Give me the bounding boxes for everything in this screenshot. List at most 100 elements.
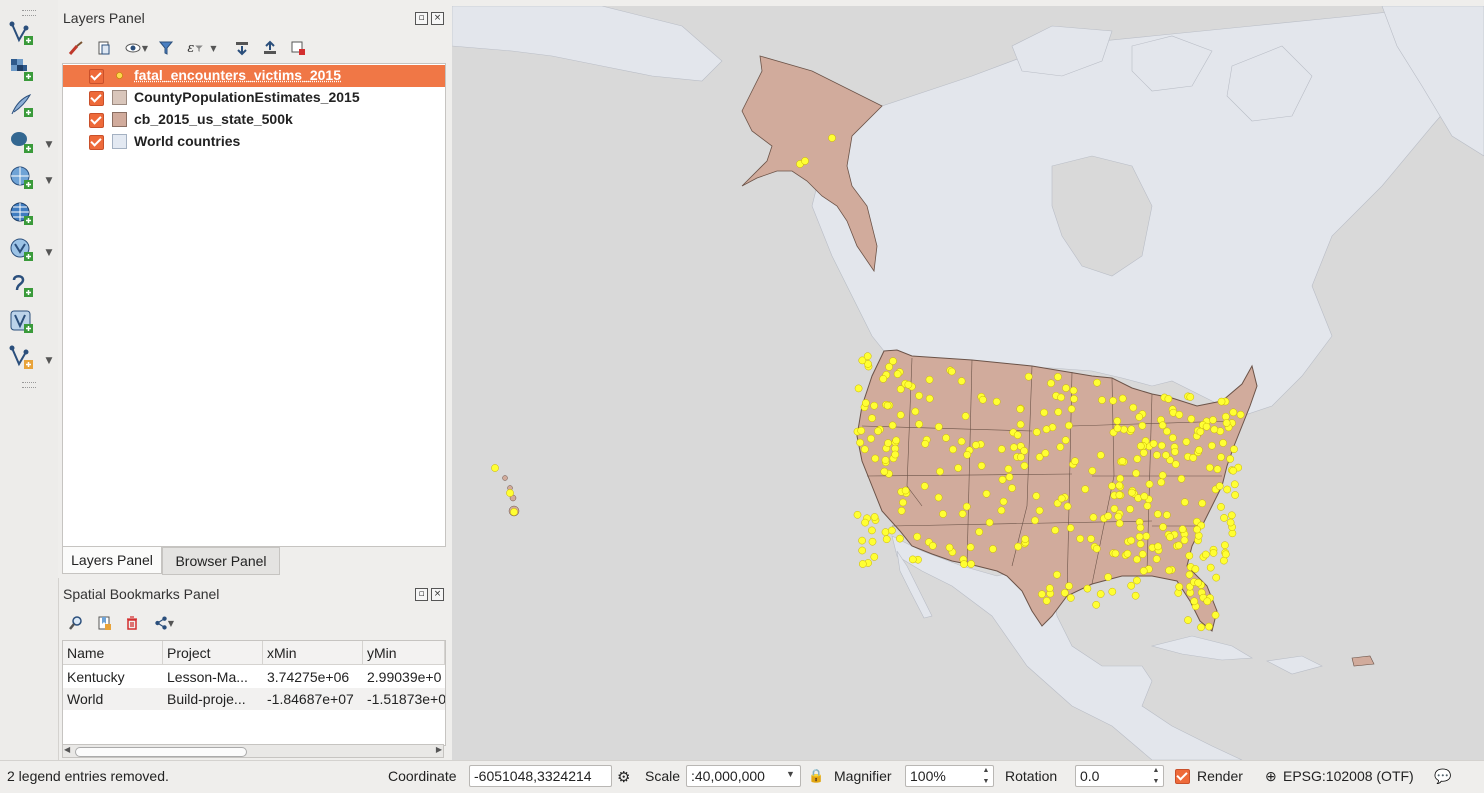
crs-status[interactable]: EPSG:102008 (OTF) bbox=[1283, 768, 1414, 784]
manage-visibility-icon[interactable]: ▼ bbox=[122, 38, 150, 58]
incident-point bbox=[977, 461, 986, 470]
render-checkbox[interactable] bbox=[1175, 769, 1190, 784]
incident-point bbox=[1163, 427, 1171, 436]
chevron-down-icon[interactable]: ▼ bbox=[44, 248, 54, 258]
scale-combobox[interactable]: :40,000,000 bbox=[686, 765, 801, 787]
layer-styling-icon[interactable] bbox=[66, 38, 86, 58]
table-cell: Lesson-Ma... bbox=[167, 669, 248, 685]
close-panel-button[interactable]: × bbox=[431, 12, 444, 25]
incident-point bbox=[942, 434, 950, 442]
add-group-icon[interactable] bbox=[94, 38, 114, 58]
incident-point bbox=[961, 412, 970, 420]
tab-layers-panel[interactable]: Layers Panel bbox=[62, 547, 162, 574]
incident-point bbox=[1066, 594, 1075, 602]
add-bookmark-icon[interactable] bbox=[94, 613, 114, 633]
scrollbar-thumb[interactable] bbox=[75, 747, 247, 757]
float-panel-button[interactable]: ▫ bbox=[415, 12, 428, 25]
rotation-spin-arrows[interactable]: ▲ ▼ bbox=[1150, 765, 1162, 787]
layer-visibility-checkbox[interactable] bbox=[89, 69, 104, 84]
incident-point bbox=[1108, 482, 1116, 490]
incident-point bbox=[1196, 427, 1205, 436]
new-shapefile-layer-icon[interactable] bbox=[6, 342, 36, 372]
incident-point bbox=[1227, 511, 1236, 520]
incident-point bbox=[853, 510, 862, 519]
incident-point bbox=[1010, 443, 1018, 452]
delete-bookmark-icon[interactable] bbox=[122, 613, 142, 633]
mouse-coordinate-toggle-icon[interactable]: ⚙ bbox=[617, 768, 630, 786]
incident-point bbox=[1202, 422, 1211, 431]
add-wfs-layer-icon[interactable] bbox=[6, 198, 36, 228]
layer-item-county-population[interactable]: CountyPopulationEstimates_2015 bbox=[63, 87, 445, 109]
chevron-down-icon[interactable]: ▼ bbox=[44, 140, 54, 150]
incident-point bbox=[1220, 514, 1228, 522]
incident-point bbox=[1113, 417, 1122, 425]
incident-point bbox=[1217, 397, 1226, 406]
incident-point bbox=[879, 375, 888, 383]
chevron-down-icon[interactable]: ▼ bbox=[44, 176, 54, 186]
incident-point bbox=[1118, 394, 1127, 403]
scroll-left-icon[interactable]: ◀ bbox=[64, 745, 70, 754]
incident-point bbox=[891, 450, 900, 459]
tab-browser-panel[interactable]: Browser Panel bbox=[162, 547, 280, 575]
incident-point bbox=[881, 456, 890, 464]
collapse-all-icon[interactable] bbox=[260, 38, 280, 58]
column-header-name[interactable]: Name bbox=[63, 641, 163, 665]
add-spatialite-layer-icon[interactable] bbox=[6, 306, 36, 336]
map-canvas[interactable] bbox=[452, 6, 1484, 760]
share-bookmarks-icon[interactable]: ▼ bbox=[150, 613, 178, 633]
filter-legend-icon[interactable] bbox=[156, 38, 176, 58]
chevron-down-icon[interactable]: ▼ bbox=[44, 356, 54, 366]
incident-point bbox=[1070, 395, 1078, 403]
layer-name: cb_2015_us_state_500k bbox=[134, 111, 293, 127]
lock-scale-icon[interactable]: 🔒 bbox=[808, 768, 824, 784]
incident-point bbox=[1171, 460, 1180, 469]
incident-point bbox=[936, 467, 944, 476]
coordinate-field[interactable]: -6051048,3324214 bbox=[469, 765, 612, 787]
filter-by-expression-icon[interactable]: ε ▼ bbox=[184, 38, 220, 58]
crs-globe-icon[interactable]: ⊕ bbox=[1265, 768, 1277, 785]
layer-item-us-states[interactable]: cb_2015_us_state_500k bbox=[63, 109, 445, 131]
layer-item-fatal-encounters[interactable]: fatal_encounters_victims_2015 bbox=[63, 65, 445, 87]
layer-visibility-checkbox[interactable] bbox=[89, 91, 104, 106]
column-header-ymin[interactable]: yMin bbox=[363, 641, 445, 665]
incident-point bbox=[888, 526, 896, 535]
layer-visibility-checkbox[interactable] bbox=[89, 113, 104, 128]
layer-name: World countries bbox=[134, 133, 241, 149]
expand-all-icon[interactable] bbox=[232, 38, 252, 58]
add-wcs-layer-icon[interactable] bbox=[6, 234, 36, 264]
magnifier-spin-arrows[interactable]: ▲ ▼ bbox=[980, 765, 992, 787]
incident-point bbox=[863, 352, 872, 361]
zoom-to-bookmark-icon[interactable] bbox=[66, 613, 86, 633]
column-header-project[interactable]: Project bbox=[163, 641, 263, 665]
incident-point bbox=[1168, 433, 1177, 442]
add-vector-layer-icon[interactable] bbox=[6, 18, 36, 48]
close-panel-button[interactable]: × bbox=[431, 588, 444, 601]
incident-point bbox=[1109, 396, 1117, 405]
incident-point bbox=[1140, 492, 1149, 501]
horizontal-scrollbar[interactable]: ◀ ▶ bbox=[62, 744, 444, 758]
add-virtual-layer-icon[interactable] bbox=[6, 270, 36, 300]
add-delimited-text-icon[interactable] bbox=[6, 90, 36, 120]
incident-point bbox=[1229, 408, 1238, 417]
incident-point bbox=[897, 506, 906, 515]
map-view[interactable] bbox=[452, 6, 1484, 760]
remove-layer-icon[interactable] bbox=[288, 38, 308, 58]
messages-icon[interactable]: 💬 bbox=[1434, 768, 1451, 785]
incident-point bbox=[1062, 384, 1070, 392]
add-raster-layer-icon[interactable] bbox=[6, 54, 36, 84]
layer-item-world-countries[interactable]: World countries bbox=[63, 131, 445, 153]
add-wms-layer-icon[interactable] bbox=[6, 162, 36, 192]
add-postgis-layer-icon[interactable] bbox=[6, 126, 36, 156]
float-panel-button[interactable]: ▫ bbox=[415, 588, 428, 601]
column-header-xmin[interactable]: xMin bbox=[263, 641, 363, 665]
layer-visibility-checkbox[interactable] bbox=[89, 135, 104, 150]
toolbar-grip[interactable] bbox=[22, 382, 36, 388]
chevron-down-icon[interactable]: ▼ bbox=[786, 769, 795, 779]
toolbar-grip[interactable] bbox=[22, 10, 36, 16]
incident-point bbox=[904, 380, 913, 389]
scroll-right-icon[interactable]: ▶ bbox=[436, 745, 442, 754]
incident-point bbox=[1053, 570, 1061, 579]
incident-point bbox=[1158, 421, 1167, 430]
incident-point bbox=[1051, 526, 1060, 535]
incident-point bbox=[1016, 405, 1025, 413]
